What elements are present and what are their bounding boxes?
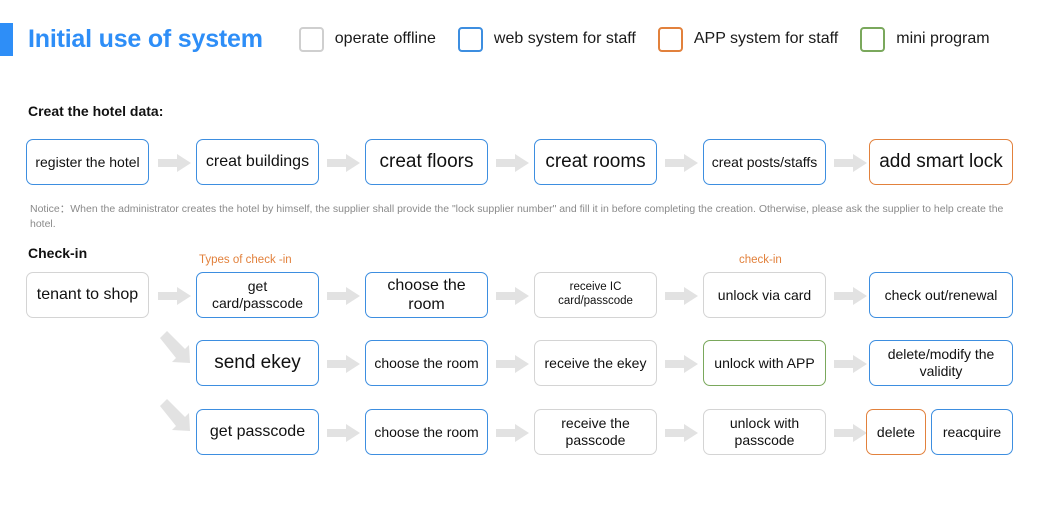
arrow-diagonal-down-icon (158, 330, 192, 364)
flow-box-creat-posts-staffs[interactable]: creat posts/staffs (703, 139, 826, 185)
flow-box-choose-the-room-1[interactable]: choose the room (365, 272, 488, 318)
flow-box-register-the-hotel[interactable]: register the hotel (26, 139, 149, 185)
checkbox-icon[interactable] (657, 26, 683, 52)
arrow-right-icon (834, 355, 867, 373)
arrow-right-icon (665, 355, 698, 373)
arrow-right-icon (327, 287, 360, 305)
arrow-right-icon (327, 424, 360, 442)
legend-item-app-system[interactable]: APP system for staff (657, 26, 839, 52)
page-header: Initial use of system operate offline we… (0, 18, 1060, 60)
flow-box-creat-rooms[interactable]: creat rooms (534, 139, 657, 185)
flow-box-receive-ic-card-passcode[interactable]: receive IC card/passcode (534, 272, 657, 318)
legend-label: mini program (896, 30, 990, 47)
flow-box-delete-modify-validity[interactable]: delete/modify the validity (869, 340, 1013, 386)
flow-box-delete[interactable]: delete (866, 409, 926, 455)
arrow-right-icon (665, 287, 698, 305)
flow-box-creat-floors[interactable]: creat floors (365, 139, 488, 185)
legend-label: web system for staff (493, 30, 636, 47)
flow-box-unlock-with-passcode[interactable]: unlock with passcode (703, 409, 826, 455)
flow-box-get-card-passcode[interactable]: get card/passcode (196, 272, 319, 318)
arrow-right-icon (665, 154, 698, 172)
flow-box-tenant-to-shop[interactable]: tenant to shop (26, 272, 149, 318)
section-title-hotel-data: Creat the hotel data: (28, 103, 164, 119)
flow-box-choose-the-room-3[interactable]: choose the room (365, 409, 488, 455)
legend-item-operate-offline[interactable]: operate offline (298, 26, 436, 52)
caption-types-of-checkin: Types of check -in (199, 254, 292, 266)
arrow-right-icon (496, 355, 529, 373)
arrow-right-icon (327, 154, 360, 172)
arrow-right-icon (496, 154, 529, 172)
flow-box-unlock-via-card[interactable]: unlock via card (703, 272, 826, 318)
section-title-checkin: Check-in (28, 245, 88, 261)
checkbox-icon[interactable] (457, 26, 483, 52)
arrow-right-icon (496, 287, 529, 305)
flow-box-add-smart-lock[interactable]: add smart lock (869, 139, 1013, 185)
arrow-diagonal-down-icon (158, 398, 192, 432)
checkbox-icon[interactable] (298, 26, 324, 52)
flow-box-send-ekey[interactable]: send ekey (196, 340, 319, 386)
flow-box-receive-the-ekey[interactable]: receive the ekey (534, 340, 657, 386)
flow-box-reacquire[interactable]: reacquire (931, 409, 1013, 455)
arrow-right-icon (834, 424, 867, 442)
arrow-right-icon (834, 287, 867, 305)
arrow-right-icon (327, 355, 360, 373)
legend: operate offline web system for staff APP… (298, 26, 1060, 52)
legend-item-mini-program[interactable]: mini program (860, 26, 990, 52)
arrow-right-icon (665, 424, 698, 442)
arrow-right-icon (496, 424, 529, 442)
arrow-right-icon (158, 154, 191, 172)
page-title: Initial use of system (28, 24, 263, 53)
flow-box-get-passcode[interactable]: get passcode (196, 409, 319, 455)
legend-item-web-system[interactable]: web system for staff (457, 26, 636, 52)
arrow-right-icon (158, 287, 191, 305)
legend-label: operate offline (334, 30, 436, 47)
flow-box-creat-buildings[interactable]: creat buildings (196, 139, 319, 185)
flow-box-choose-the-room-2[interactable]: choose the room (365, 340, 488, 386)
legend-label: APP system for staff (693, 30, 839, 47)
arrow-right-icon (834, 154, 867, 172)
title-accent-bar (0, 22, 13, 56)
caption-checkin: check-in (739, 254, 782, 266)
hotel-data-notice: Notice：When the administrator creates th… (30, 203, 1004, 231)
checkbox-icon[interactable] (860, 26, 886, 52)
flow-box-check-out-renewal[interactable]: check out/renewal (869, 272, 1013, 318)
flow-box-receive-the-passcode[interactable]: receive the passcode (534, 409, 657, 455)
flow-box-unlock-with-app[interactable]: unlock with APP (703, 340, 826, 386)
